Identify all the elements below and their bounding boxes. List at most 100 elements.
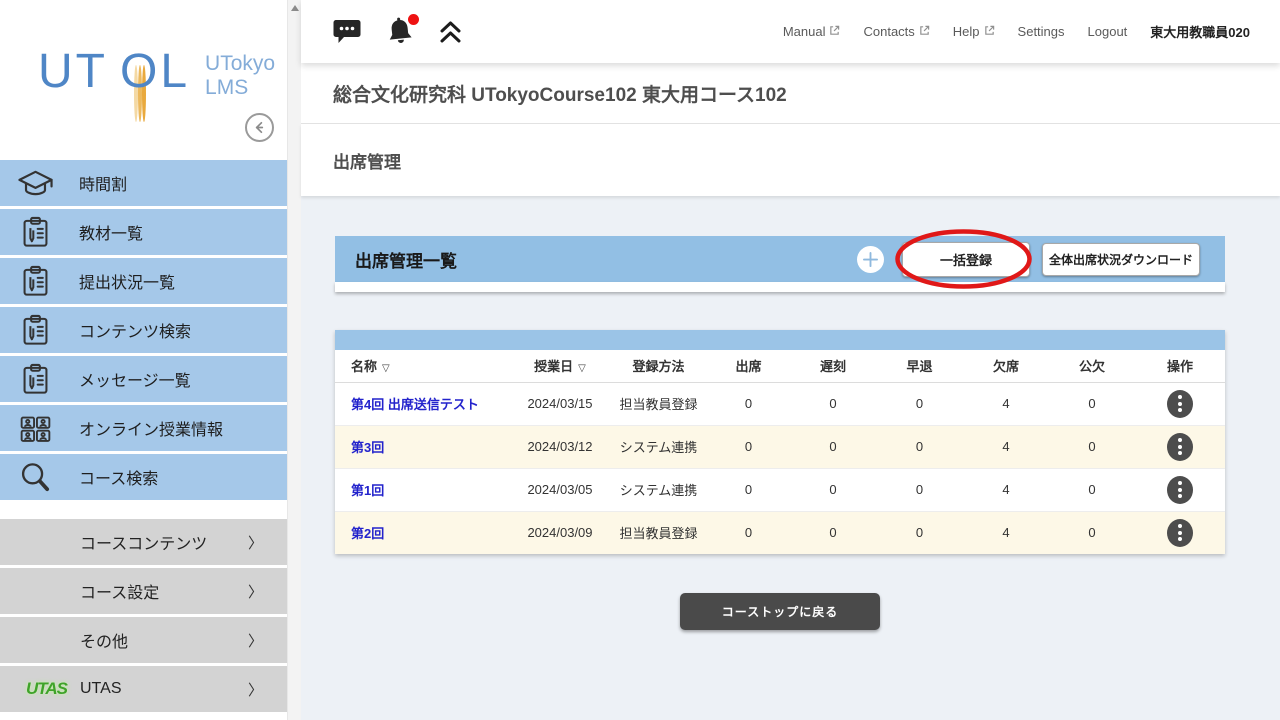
content-area: 出席管理一覧 一括登録 全体出席状況ダウンロード 名称 ▽ 授業日 ▽ 登録方法… <box>301 196 1280 720</box>
late-cell: 0 <box>790 510 876 554</box>
date-cell: 2024/03/15 <box>510 381 610 425</box>
bell-icon[interactable] <box>385 13 419 47</box>
session-link[interactable]: 第1回 <box>351 483 384 498</box>
chevron-right-icon: 〉 <box>247 534 263 552</box>
panel-actions: 一括登録 全体出席状況ダウンロード <box>857 241 1200 277</box>
video-grid-icon <box>18 411 53 446</box>
scroll-up-arrow-icon[interactable] <box>288 0 301 16</box>
late-cell: 0 <box>790 467 876 511</box>
present-cell: 0 <box>707 424 790 468</box>
actions-cell <box>1135 467 1225 511</box>
column-header: 遅刻 <box>790 350 876 383</box>
clipboard-icon <box>18 362 53 397</box>
sidebar-item[interactable]: コース検索 <box>0 454 287 500</box>
sidebar-item-label: コースコンテンツ <box>80 536 208 553</box>
download-attendance-button[interactable]: 全体出席状況ダウンロード <box>1042 242 1200 276</box>
nav-link-help[interactable]: Help <box>953 24 995 39</box>
external-link-icon <box>919 24 930 39</box>
column-header: 出席 <box>707 350 790 383</box>
present-cell: 0 <box>707 467 790 511</box>
main-area: Manual Contacts Help Settings Logout 東大用教職員0… <box>301 0 1280 720</box>
sidebar-collapse-button[interactable] <box>245 113 274 142</box>
column-header[interactable]: 授業日 ▽ <box>510 350 610 383</box>
sidebar-item[interactable]: 提出状況一覧 <box>0 258 287 304</box>
method-cell: システム連携 <box>610 424 707 468</box>
sidebar-item-label: その他 <box>80 634 129 651</box>
date-cell: 2024/03/05 <box>510 467 610 511</box>
absent-cell: 4 <box>963 510 1049 554</box>
sidebar-scrollbar[interactable] <box>287 0 301 720</box>
logo-area: UTOL UTOL UTokyo LMS <box>0 0 287 160</box>
session-link[interactable]: 第4回 出席送信テスト <box>351 397 479 412</box>
late-cell: 0 <box>790 424 876 468</box>
chat-icon[interactable] <box>333 19 361 44</box>
column-header: 操作 <box>1135 350 1225 383</box>
attendance-panel: 出席管理一覧 一括登録 全体出席状況ダウンロード 名称 ▽ 授業日 ▽ 登録方法… <box>335 236 1225 630</box>
plus-circle-icon[interactable] <box>857 245 884 273</box>
sort-triangle-icon: ▽ <box>578 363 586 375</box>
chevron-right-icon: 〉 <box>247 632 263 650</box>
session-link[interactable]: 第3回 <box>351 440 384 455</box>
topbar-nav: Manual Contacts Help Settings Logout 東大用教職員0… <box>783 22 1250 41</box>
actions-cell <box>1135 510 1225 554</box>
table-row: 第2回 2024/03/09 担当教員登録 0 0 0 4 0 <box>335 510 1225 554</box>
sidebar-collapsible-menu: コースコンテンツ〉コース設定〉その他〉 UTAS UTAS 〉 <box>0 519 287 712</box>
sidebar-collapsible-item[interactable]: UTAS UTAS 〉 <box>0 666 287 712</box>
nav-link-manual[interactable]: Manual <box>783 24 841 39</box>
session-name-cell: 第4回 出席送信テスト <box>335 381 510 425</box>
absent-cell: 4 <box>963 424 1049 468</box>
sidebar-collapsible-item[interactable]: コース設定 〉 <box>0 568 287 614</box>
panel-body-strip <box>335 282 1225 292</box>
attendance-table: 名称 ▽ 授業日 ▽ 登録方法 出席 遅刻 早退 欠席 公欠 操作 第4回 出席送信テスト 2024/… <box>335 350 1225 554</box>
bulk-register-button[interactable]: 一括登録 <box>902 241 1030 277</box>
back-to-course-top-button[interactable]: コーストップに戻る <box>679 593 881 630</box>
sidebar-item[interactable]: 教材一覧 <box>0 209 287 255</box>
date-cell: 2024/03/09 <box>510 510 610 554</box>
actions-cell <box>1135 424 1225 468</box>
sidebar-item[interactable]: コンテンツ検索 <box>0 307 287 353</box>
collapse-icon[interactable] <box>439 20 462 44</box>
column-header: 欠席 <box>963 350 1049 383</box>
table-row: 第4回 出席送信テスト 2024/03/15 担当教員登録 0 0 0 4 0 <box>335 381 1225 425</box>
kebab-menu-icon[interactable] <box>1167 389 1193 418</box>
sidebar-item-label: コース検索 <box>79 471 159 488</box>
sidebar-item-label: 提出状況一覧 <box>79 275 176 292</box>
sidebar-item[interactable]: メッセージ一覧 <box>0 356 287 402</box>
sidebar: UTOL UTOL UTokyo LMS 時間割教材一覧提出状況一覧コンテンツ検… <box>0 0 287 720</box>
utol-logo: UTOL UTOL UTokyo LMS <box>38 48 276 123</box>
search-icon <box>18 460 53 495</box>
sidebar-collapsible-item[interactable]: コースコンテンツ 〉 <box>0 519 287 565</box>
sidebar-item-label: UTAS <box>80 680 122 697</box>
method-cell: 担当教員登録 <box>610 381 707 425</box>
session-name-cell: 第3回 <box>335 424 510 468</box>
session-name-cell: 第2回 <box>335 510 510 554</box>
clipboard-icon <box>18 264 53 299</box>
session-link[interactable]: 第2回 <box>351 526 384 541</box>
excused-cell: 0 <box>1049 510 1135 554</box>
nav-link-logout[interactable]: Logout <box>1088 24 1128 39</box>
late-cell: 0 <box>790 381 876 425</box>
kebab-menu-icon[interactable] <box>1167 518 1193 547</box>
actions-cell <box>1135 381 1225 425</box>
clipboard-icon <box>18 313 53 348</box>
sidebar-item-label: 時間割 <box>79 177 128 194</box>
excused-cell: 0 <box>1049 467 1135 511</box>
nav-link-settings[interactable]: Settings <box>1018 24 1065 39</box>
course-title-bar: 総合文化研究科 UTokyoCourse102 東大用コース102 <box>301 63 1280 124</box>
external-link-icon <box>829 24 840 39</box>
sidebar-item-label: コンテンツ検索 <box>79 324 192 341</box>
kebab-menu-icon[interactable] <box>1167 432 1193 461</box>
panel-header: 出席管理一覧 一括登録 全体出席状況ダウンロード <box>335 236 1225 282</box>
utol-logo-subtitle: UTokyo LMS <box>205 52 276 100</box>
nav-link-contacts[interactable]: Contacts <box>863 24 930 39</box>
column-header[interactable]: 名称 ▽ <box>335 350 510 383</box>
sidebar-item[interactable]: 時間割 <box>0 160 287 206</box>
early-cell: 0 <box>876 510 963 554</box>
sidebar-collapsible-item[interactable]: その他 〉 <box>0 617 287 663</box>
sidebar-item-label: 教材一覧 <box>79 226 144 243</box>
topbar-icons <box>333 13 462 47</box>
panel-title: 出席管理一覧 <box>355 251 457 271</box>
sidebar-item[interactable]: オンライン授業情報 <box>0 405 287 451</box>
kebab-menu-icon[interactable] <box>1167 475 1193 504</box>
topbar: Manual Contacts Help Settings Logout 東大用教職員0… <box>301 0 1280 63</box>
